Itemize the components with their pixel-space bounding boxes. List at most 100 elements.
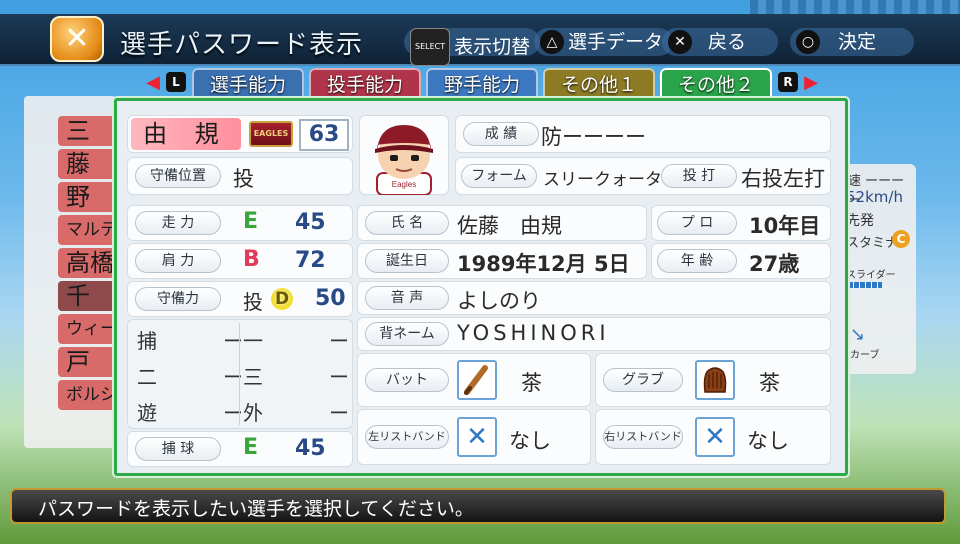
birthday-value: 1989年12月 5日 xyxy=(457,252,630,276)
page-title: 選手パスワード表示 xyxy=(120,30,364,60)
speed-value: 52km/h xyxy=(846,188,903,206)
uniform-number: 63 xyxy=(299,119,349,151)
header-decoration xyxy=(750,0,960,14)
sub-pos-first: 一 xyxy=(243,329,263,353)
hint-label: 表示切替 xyxy=(454,36,531,58)
defense-cell: 守備力 投 D 50 xyxy=(127,281,353,317)
arm-label: 肩 力 xyxy=(135,249,221,273)
pitch-arrow-icon: ↘ xyxy=(850,324,866,345)
right-wristband-value: なし xyxy=(747,429,789,453)
voice-value: よしのり xyxy=(457,289,541,313)
fullname-value: 佐藤 由規 xyxy=(457,214,562,238)
defense-grade: D xyxy=(271,288,293,310)
run-cell: 走 力 E 45 xyxy=(127,205,353,241)
form-cell: フォーム スリークォーター７７ 投 打 右投左打 xyxy=(455,157,831,195)
sub-pos-outfield: 外 xyxy=(243,401,263,425)
player-detail-panel: 由 規 EAGLES 63 守備位置 投 Eagles 成 績 防ーーーー フォ… xyxy=(114,98,848,476)
sub-pos-outfield-value: ー xyxy=(329,401,349,425)
record-cell: 成 績 防ーーーー xyxy=(455,115,831,153)
player-face-icon: Eagles xyxy=(375,125,433,196)
arm-cell: 肩 力 B 72 xyxy=(127,243,353,279)
tab-pitcher-ability[interactable]: 投手能力 xyxy=(309,68,421,98)
glove-icon xyxy=(695,360,735,400)
arm-value: 72 xyxy=(295,248,326,273)
age-value: 27歳 xyxy=(749,252,800,276)
defense-position: 投 xyxy=(243,290,263,314)
catch-label: 捕 球 xyxy=(135,437,221,461)
sub-pos-catcher-value: ー xyxy=(223,329,243,353)
cross-button-icon: ✕ xyxy=(668,30,692,54)
stamina-label: スタミナ xyxy=(846,236,899,251)
team-logo: EAGLES xyxy=(249,121,293,147)
hint-player-data[interactable]: △ 選手データ xyxy=(534,28,674,56)
footer-message: パスワードを表示したい選手を選択してください。 xyxy=(38,498,474,520)
pitcher-summary-background: 速 ーーーー 52km/h 先発 スタミナ C スライダー ↘ カーブ xyxy=(842,164,916,374)
sub-pos-third-value: ー xyxy=(329,365,349,389)
back-name-label: 背ネーム xyxy=(365,322,449,346)
hint-confirm[interactable]: ○ 決定 xyxy=(790,28,914,56)
sub-pos-catcher: 捕 xyxy=(137,329,157,353)
none-x-icon: ✕ xyxy=(695,417,735,457)
run-grade: E xyxy=(243,209,259,234)
right-wristband-label: 右リストバンド xyxy=(603,425,683,449)
run-label: 走 力 xyxy=(135,211,221,235)
circle-button-icon: ○ xyxy=(796,30,820,54)
svg-text:Eagles: Eagles xyxy=(392,180,416,189)
sub-position-grid: 捕 ー 一 ー 二 ー 三 ー 遊 ー 外 ー xyxy=(127,319,353,429)
hint-back[interactable]: ✕ 戻る xyxy=(662,28,778,56)
catch-cell: 捕 球 E 45 xyxy=(127,431,353,467)
defense-label: 守備力 xyxy=(135,287,221,311)
position-label: 守備位置 xyxy=(135,164,221,188)
form-label: フォーム xyxy=(461,164,537,188)
record-value: 防ーーーー xyxy=(541,125,646,149)
pro-years-value: 10年目 xyxy=(749,214,821,238)
none-x-icon: ✕ xyxy=(457,417,497,457)
tab-player-ability[interactable]: 選手能力 xyxy=(192,68,304,98)
stamina-grade: C xyxy=(892,230,910,248)
birthday-label: 誕生日 xyxy=(365,249,449,273)
sub-pos-third: 三 xyxy=(243,365,263,389)
voice-label: 音 声 xyxy=(365,286,449,310)
bat-throw-label: 投 打 xyxy=(661,164,737,188)
tab-fielder-ability[interactable]: 野手能力 xyxy=(426,68,538,98)
record-label: 成 績 xyxy=(463,122,539,146)
tab-prev-arrow-icon[interactable]: ◀ xyxy=(142,72,164,94)
bat-icon xyxy=(457,360,497,400)
tab-next-arrow-icon[interactable]: ▶ xyxy=(800,72,822,94)
right-wristband-cell: 右リストバンド ✕ なし xyxy=(595,409,831,465)
bat-label: バット xyxy=(365,368,449,392)
player-list: 三 藤 野 マルテ 高橋 千 ウィー 戸 ボルシ xyxy=(24,112,136,412)
l-shoulder-icon: L xyxy=(166,72,186,92)
bat-throw-value: 右投左打 xyxy=(741,167,825,191)
tab-other-2[interactable]: その他２ xyxy=(660,68,772,98)
glove-cell: グラブ 茶 xyxy=(595,353,831,407)
run-value: 45 xyxy=(295,210,326,235)
tab-other-1[interactable]: その他１ xyxy=(543,68,655,98)
left-wristband-value: なし xyxy=(509,429,551,453)
hint-label: 決定 xyxy=(838,31,877,53)
player-face-cell: Eagles xyxy=(359,115,449,196)
pitch-slider-gauge xyxy=(848,282,882,288)
left-wristband-cell: 左リストバンド ✕ なし xyxy=(357,409,591,465)
left-wristband-label: 左リストバンド xyxy=(365,425,449,449)
divider xyxy=(239,323,240,425)
select-button-icon: SELECT xyxy=(410,28,451,66)
age-label: 年 齢 xyxy=(657,249,737,273)
fullname-cell: 氏 名 佐藤 由規 xyxy=(357,205,647,241)
back-name-value: YOSHINORI xyxy=(457,321,610,345)
pitch-slider-label: スライダー xyxy=(846,270,896,281)
birthday-cell: 誕生日 1989年12月 5日 xyxy=(357,243,647,279)
glove-label: グラブ xyxy=(603,368,683,392)
sub-pos-second-value: ー xyxy=(223,365,243,389)
hint-toggle-display[interactable]: SELECT 表示切替 xyxy=(404,28,541,66)
hint-label: 選手データ xyxy=(568,31,664,53)
catch-grade: E xyxy=(243,435,259,460)
pro-years-cell: プ ロ 10年目 xyxy=(651,205,831,241)
triangle-button-icon: △ xyxy=(540,30,564,54)
position-cell: 守備位置 投 xyxy=(127,157,353,195)
age-cell: 年 齢 27歳 xyxy=(651,243,831,279)
catch-value: 45 xyxy=(295,436,326,461)
pro-years-label: プ ロ xyxy=(657,211,737,235)
voice-cell: 音 声 よしのり xyxy=(357,281,831,315)
back-name-cell: 背ネーム YOSHINORI xyxy=(357,317,831,351)
